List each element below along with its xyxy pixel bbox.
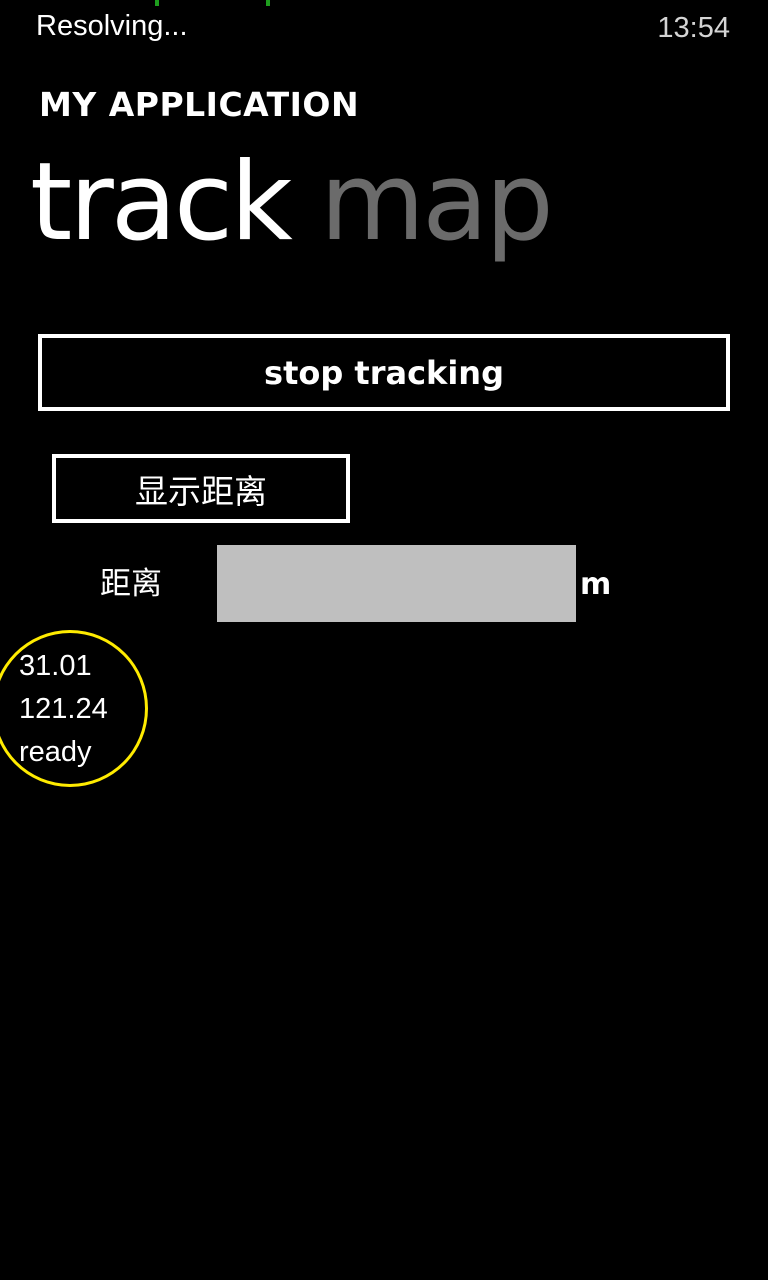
- status-text: Resolving...: [36, 10, 188, 42]
- stop-tracking-button-label: stop tracking: [264, 353, 504, 392]
- distance-field[interactable]: [217, 545, 576, 622]
- status-clock: 13:54: [657, 12, 730, 44]
- distance-label: 距离: [100, 566, 162, 602]
- app-title: MY APPLICATION: [39, 85, 360, 124]
- show-distance-button-label: 显示距离: [135, 471, 267, 511]
- pivot-tab-track[interactable]: track: [30, 138, 293, 268]
- pivot-tab-map[interactable]: map: [320, 138, 554, 268]
- pivot-headers: track map: [30, 138, 554, 268]
- longitude-text: 121.24: [19, 693, 108, 725]
- distance-unit: m: [580, 567, 612, 602]
- gps-status-text: ready: [19, 736, 92, 768]
- progress-indicator-dot-1: [155, 0, 159, 6]
- latitude-text: 31.01: [19, 650, 92, 682]
- show-distance-button[interactable]: 显示距离: [52, 454, 350, 523]
- progress-indicator-dot-2: [266, 0, 270, 6]
- stop-tracking-button[interactable]: stop tracking: [38, 334, 730, 411]
